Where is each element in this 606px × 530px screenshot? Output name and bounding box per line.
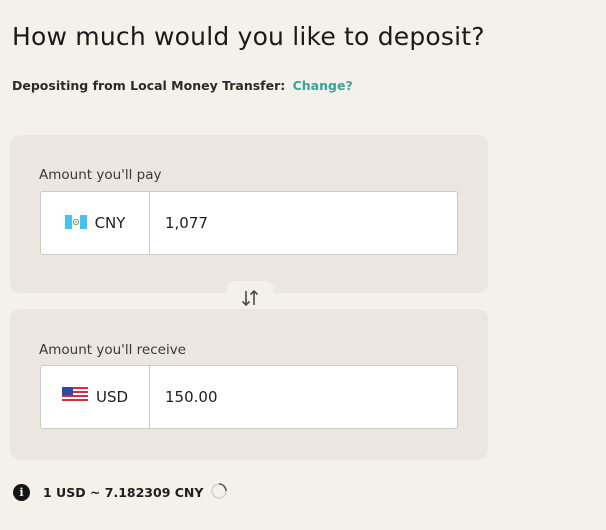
receive-amount-label: Amount you'll receive	[39, 342, 186, 358]
change-source-link[interactable]: Change?	[293, 78, 353, 93]
spinner-icon	[210, 482, 228, 503]
pay-currency-code: CNY	[94, 214, 126, 232]
page-title: How much would you like to deposit?	[12, 22, 485, 51]
deposit-source-line: Depositing from Local Money Transfer: Ch…	[12, 78, 353, 93]
us-flag-icon	[61, 387, 88, 407]
deposit-source-text: Depositing from Local Money Transfer:	[12, 78, 286, 93]
exchange-rate-text: 1 USD ~ 7.182309 CNY	[43, 485, 204, 500]
receive-currency-code: USD	[95, 388, 129, 406]
guatemala-flag-icon	[64, 214, 87, 233]
pay-amount-label: Amount you'll pay	[39, 167, 162, 183]
info-icon: i	[13, 484, 30, 501]
pay-amount-input[interactable]	[150, 192, 450, 254]
pay-amount-card: Amount you'll pay CNY	[10, 135, 488, 293]
receive-amount-input[interactable]	[150, 366, 450, 428]
exchange-rate-line: i 1 USD ~ 7.182309 CNY	[13, 482, 228, 503]
receive-amount-field: USD	[40, 365, 458, 429]
pay-currency-select[interactable]: CNY	[41, 192, 150, 254]
pay-amount-field: CNY	[40, 191, 458, 255]
receive-currency-select[interactable]: USD	[41, 366, 150, 428]
receive-amount-card: Amount you'll receive USD	[10, 309, 488, 460]
